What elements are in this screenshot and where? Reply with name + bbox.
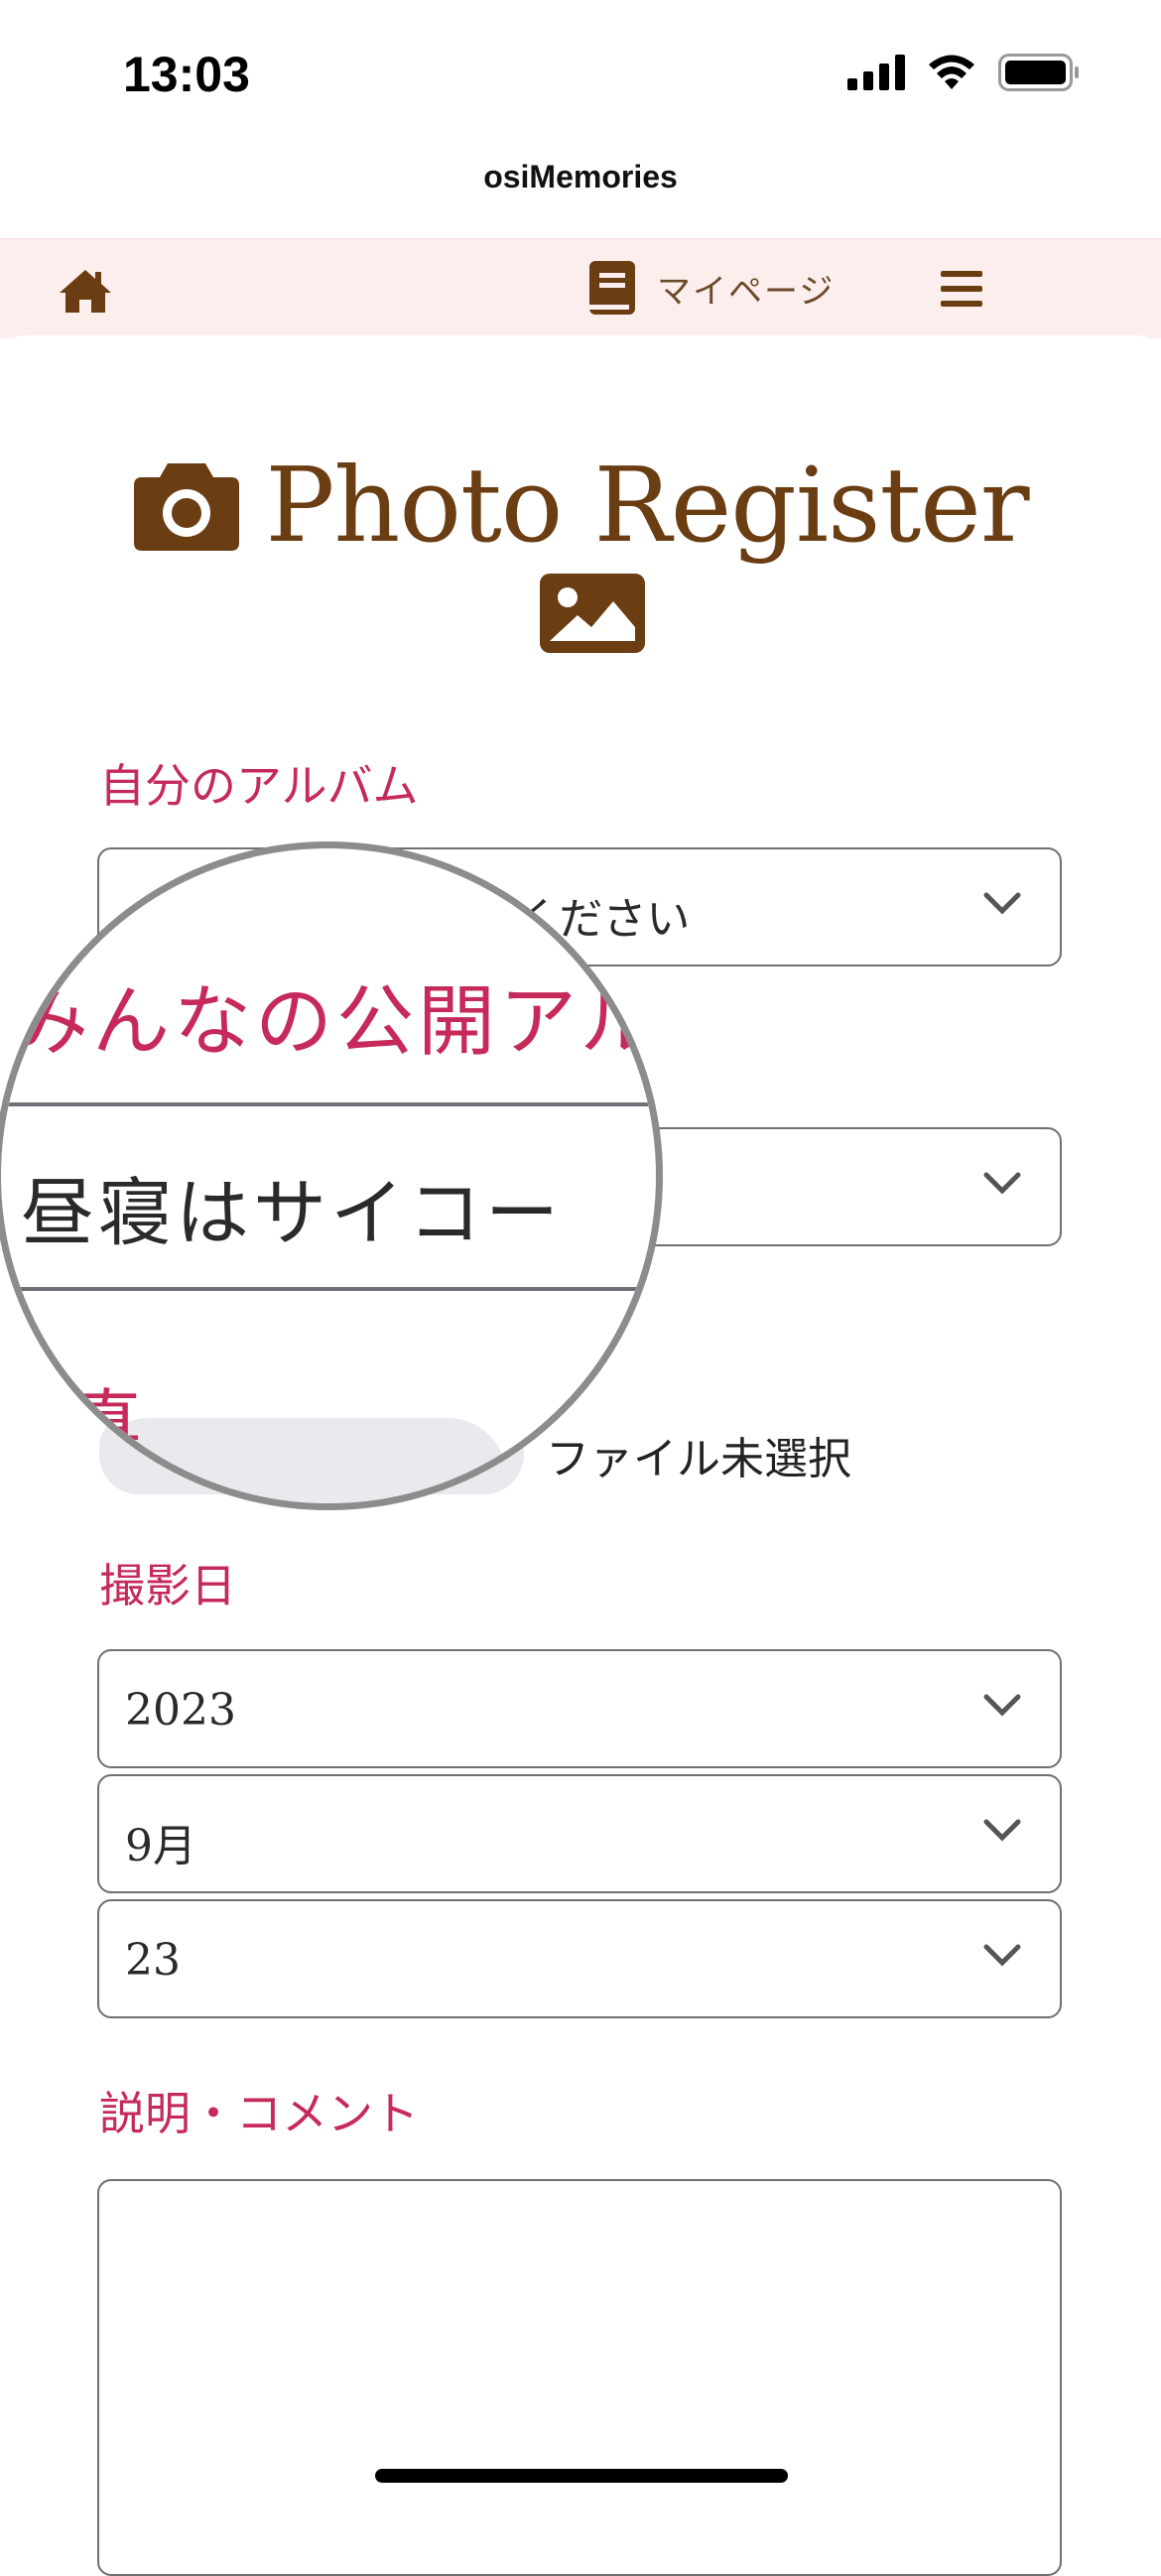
year-select[interactable]: 2023 (97, 1649, 1062, 1768)
month-select-value: 9月 (125, 1821, 196, 1871)
year-select-value: 2023 (125, 1685, 236, 1736)
chevron-down-icon (983, 1944, 1021, 1967)
battery-icon (998, 54, 1079, 91)
cellular-signal-icon (847, 55, 905, 90)
camera-icon (134, 463, 240, 551)
image-icon-wrap (538, 572, 647, 659)
page-title-row: Photo Register (0, 445, 1161, 566)
magnified-select-bottom-border (1, 1287, 656, 1291)
chevron-down-icon (983, 1819, 1021, 1842)
hamburger-icon (941, 271, 982, 307)
magnified-select-top-border (1, 1102, 656, 1106)
menu-button[interactable] (941, 269, 982, 313)
magnified-file-button (90, 1418, 507, 1503)
app-title: osiMemories (483, 159, 678, 194)
chevron-down-icon (983, 1172, 1021, 1195)
status-icons (847, 54, 1080, 91)
day-select[interactable]: 23 (97, 1899, 1062, 2018)
date-label: 撮影日 (99, 1559, 236, 1612)
chevron-down-icon (983, 1694, 1021, 1717)
file-status: ファイル未選択 (546, 1434, 851, 1484)
day-select-value: 23 (125, 1935, 181, 1986)
magnifier-loupe: みんなの公開アル 昼寝はサイコー 真 (0, 841, 663, 1510)
chevron-down-icon (983, 892, 1021, 915)
image-icon (540, 574, 645, 653)
public-album-select-value: 昼寝はサイコー (21, 1171, 563, 1256)
public-album-label: みんなの公開アル (11, 977, 662, 1067)
page-title: Photo Register (265, 445, 1029, 566)
status-time: 13:03 (123, 47, 250, 102)
home-button[interactable] (58, 267, 113, 319)
my-album-label: 自分のアルバム (99, 759, 419, 813)
mypage-link[interactable]: マイページ (589, 261, 835, 315)
month-select[interactable]: 9月 (97, 1774, 1062, 1893)
home-indicator (375, 2469, 788, 2483)
home-icon (60, 270, 111, 313)
comment-label: 説明・コメント (99, 2087, 419, 2140)
comment-textarea[interactable] (97, 2179, 1062, 2576)
book-icon (589, 261, 635, 315)
status-bar: 13:03 (0, 0, 1161, 149)
photo-label-fragment: 真 (70, 1381, 143, 1465)
mypage-label: マイページ (657, 271, 836, 312)
top-nav: マイページ (0, 238, 1161, 338)
wifi-icon (929, 55, 974, 89)
